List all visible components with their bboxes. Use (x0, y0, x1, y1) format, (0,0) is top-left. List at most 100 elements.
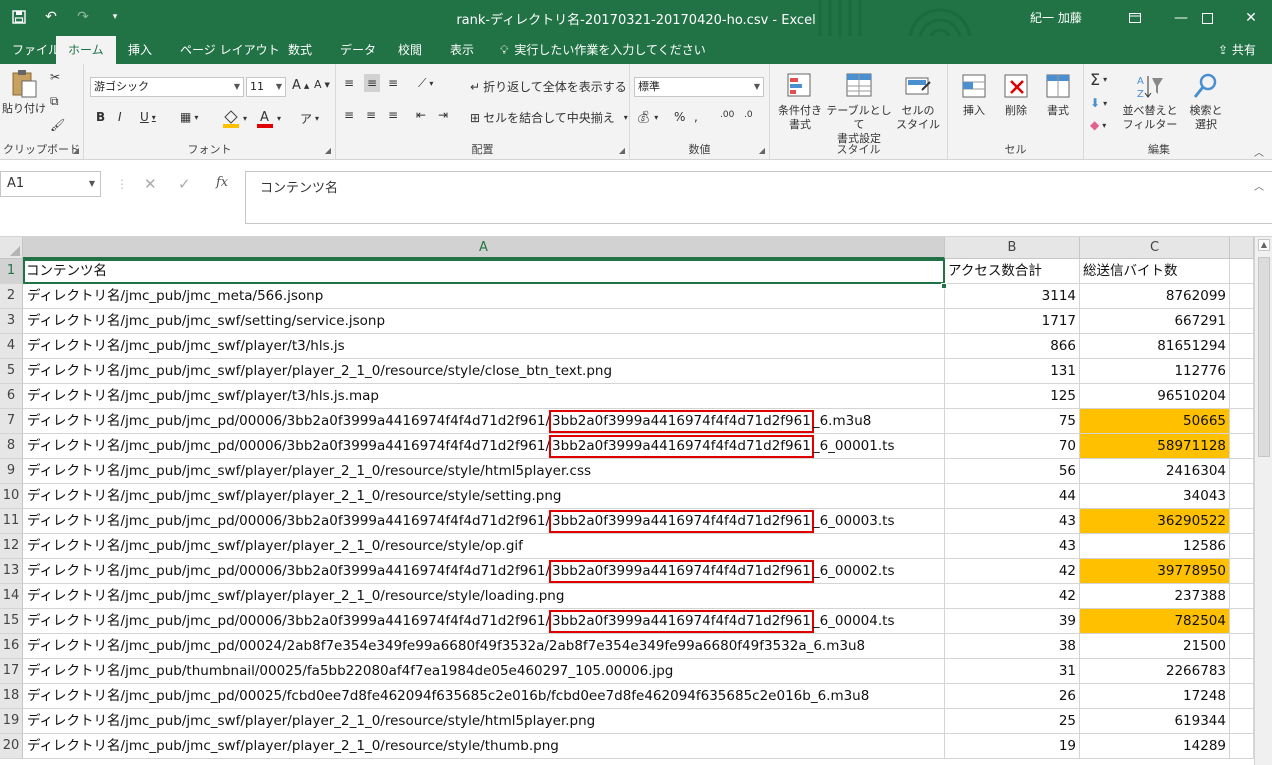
row-header[interactable]: 14 (0, 584, 23, 609)
row-header[interactable]: 19 (0, 709, 23, 734)
cell-a[interactable]: ディレクトリ名/jmc_pub/jmc_swf/player/t3/hls.js… (23, 384, 945, 409)
row-header[interactable]: 11 (0, 509, 23, 534)
format-as-table-button[interactable]: テーブルとして 書式設定 (826, 70, 892, 146)
tab-data[interactable]: データ (328, 36, 388, 64)
row-header[interactable]: 12 (0, 534, 23, 559)
cell-a[interactable]: ディレクトリ名/jmc_pub/jmc_swf/player/player_2_… (23, 734, 945, 759)
cell-d[interactable] (1230, 359, 1254, 384)
tell-me-box[interactable]: 💡︎ 実行したい作業を入力してください (500, 36, 706, 64)
cell-a[interactable]: ディレクトリ名/jmc_pub/jmc_pd/00024/2ab8f7e354e… (23, 634, 945, 659)
cell-a[interactable]: ディレクトリ名/jmc_pub/jmc_pd/00006/3bb2a0f3999… (23, 434, 945, 459)
cell-d[interactable] (1230, 259, 1254, 284)
cell-b[interactable]: 25 (945, 709, 1080, 734)
cell-b[interactable]: 1717 (945, 309, 1080, 334)
cell-d[interactable] (1230, 459, 1254, 484)
cell-c[interactable]: 14289 (1080, 734, 1230, 759)
cell-b[interactable]: 31 (945, 659, 1080, 684)
increase-decimal-icon[interactable]: .00 (720, 110, 734, 120)
cell-d[interactable] (1230, 484, 1254, 509)
row-header[interactable]: 2 (0, 284, 23, 309)
percent-icon[interactable]: % (674, 110, 685, 124)
row-header[interactable]: 9 (0, 459, 23, 484)
dialog-launcher-icon[interactable]: ◢ (619, 146, 625, 155)
scroll-up-icon[interactable]: ▲ (1258, 239, 1270, 251)
border-icon[interactable]: ▦ ▾ (180, 110, 198, 124)
copy-icon[interactable]: ⧉ (50, 94, 59, 109)
row-header[interactable]: 18 (0, 684, 23, 709)
tab-page-layout[interactable]: ページ レイアウト (168, 36, 292, 64)
cell-c[interactable]: 8762099 (1080, 284, 1230, 309)
align-left-icon[interactable]: ≡ (344, 108, 354, 122)
cell-d[interactable] (1230, 709, 1254, 734)
worksheet-grid[interactable]: A B C 1 コンテンツ名 アクセス数合計 総送信バイト数 2 ディレクトリ名/jmc_… (0, 237, 1272, 765)
cell-c[interactable]: 12586 (1080, 534, 1230, 559)
close-icon[interactable]: ✕ (1228, 0, 1272, 36)
cell-b[interactable]: 26 (945, 684, 1080, 709)
cell-a[interactable]: ディレクトリ名/jmc_pub/thumbnail/00025/fa5bb220… (23, 659, 945, 684)
cell-c[interactable]: 36290522 (1080, 509, 1230, 534)
cell-a[interactable]: コンテンツ名 (23, 259, 945, 284)
cell-b[interactable]: 42 (945, 584, 1080, 609)
cell-a[interactable]: ディレクトリ名/jmc_pub/jmc_swf/player/player_2_… (23, 584, 945, 609)
row-header[interactable]: 6 (0, 384, 23, 409)
row-header[interactable]: 7 (0, 409, 23, 434)
cell-b[interactable]: 19 (945, 734, 1080, 759)
decrease-decimal-icon[interactable]: .0 (744, 110, 753, 120)
column-header-c[interactable]: C (1080, 237, 1230, 259)
cell-c[interactable]: 2416304 (1080, 459, 1230, 484)
tab-home[interactable]: ホーム (56, 36, 116, 64)
cell-b[interactable]: 131 (945, 359, 1080, 384)
cell-a[interactable]: ディレクトリ名/jmc_pub/jmc_swf/player/player_2_… (23, 709, 945, 734)
cell-d[interactable] (1230, 559, 1254, 584)
autosum-icon[interactable]: Σ ▾ (1090, 70, 1107, 89)
orientation-icon[interactable]: ⟋ ▾ (418, 76, 433, 91)
select-all-button[interactable] (0, 237, 23, 259)
cell-d[interactable] (1230, 509, 1254, 534)
cell-c[interactable]: 96510204 (1080, 384, 1230, 409)
comma-icon[interactable]: , (694, 110, 698, 124)
cell-a[interactable]: ディレクトリ名/jmc_pub/jmc_pd/00006/3bb2a0f3999… (23, 559, 945, 584)
share-button[interactable]: ⇪ 共有 (1218, 36, 1256, 64)
decrease-indent-icon[interactable]: ⇤ (416, 108, 426, 122)
cell-b[interactable]: 42 (945, 559, 1080, 584)
cell-c[interactable]: 58971128 (1080, 434, 1230, 459)
maximize-icon[interactable] (1184, 0, 1230, 36)
cell-b[interactable]: 56 (945, 459, 1080, 484)
cell-d[interactable] (1230, 434, 1254, 459)
row-header[interactable]: 4 (0, 334, 23, 359)
row-header[interactable]: 8 (0, 434, 23, 459)
insert-cells-button[interactable]: 挿入 (954, 70, 994, 118)
conditional-format-button[interactable]: 条件付き 書式 (774, 70, 826, 132)
dialog-launcher-icon[interactable]: ◢ (759, 146, 765, 155)
merge-center-button[interactable]: ⊞ セルを結合して中央揃え ▾ (470, 109, 628, 126)
cell-styles-button[interactable]: セルの スタイル (892, 70, 944, 132)
align-right-icon[interactable]: ≡ (388, 108, 398, 122)
cell-c[interactable]: 39778950 (1080, 559, 1230, 584)
cell-a[interactable]: ディレクトリ名/jmc_pub/jmc_swf/player/player_2_… (23, 459, 945, 484)
cell-b[interactable]: 75 (945, 409, 1080, 434)
paste-button[interactable]: 貼り付け (2, 68, 46, 116)
row-header[interactable]: 20 (0, 734, 23, 759)
fill-handle[interactable] (941, 283, 947, 289)
wrap-text-button[interactable]: ↵ 折り返して全体を表示する (470, 78, 627, 95)
cell-a[interactable]: ディレクトリ名/jmc_pub/jmc_swf/player/player_2_… (23, 484, 945, 509)
cell-b[interactable]: アクセス数合計 (945, 259, 1080, 284)
cell-d[interactable] (1230, 384, 1254, 409)
cancel-icon[interactable]: ✕ (144, 175, 157, 193)
cell-d[interactable] (1230, 634, 1254, 659)
sort-filter-button[interactable]: AZ 並べ替えと フィルター (1120, 70, 1180, 132)
font-size-combo[interactable]: 11 ▼ (246, 77, 286, 97)
bold-icon[interactable]: B (96, 110, 105, 124)
cell-a[interactable]: ディレクトリ名/jmc_pub/jmc_meta/566.jsonp (23, 284, 945, 309)
cell-a[interactable]: ディレクトリ名/jmc_pub/jmc_swf/player/player_2_… (23, 359, 945, 384)
tab-review[interactable]: 校閲 (386, 36, 434, 64)
ribbon-display-icon[interactable] (1112, 0, 1158, 36)
cell-b[interactable]: 44 (945, 484, 1080, 509)
cell-a[interactable]: ディレクトリ名/jmc_pub/jmc_pd/00006/3bb2a0f3999… (23, 409, 945, 434)
row-header[interactable]: 5 (0, 359, 23, 384)
row-header[interactable]: 16 (0, 634, 23, 659)
row-header[interactable]: 17 (0, 659, 23, 684)
cell-c[interactable]: 34043 (1080, 484, 1230, 509)
cell-a[interactable]: ディレクトリ名/jmc_pub/jmc_pd/00006/3bb2a0f3999… (23, 609, 945, 634)
cell-c[interactable]: 21500 (1080, 634, 1230, 659)
